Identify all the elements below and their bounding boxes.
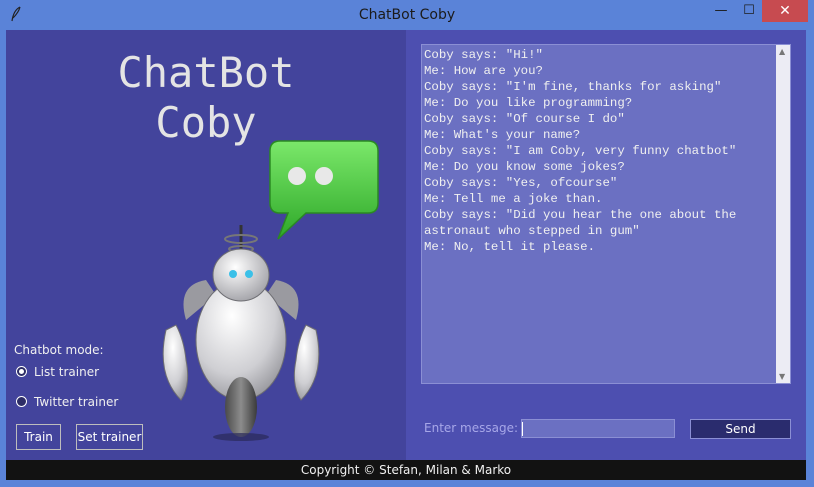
- twitter-trainer-radio[interactable]: [16, 396, 27, 407]
- chat-line: Coby says: "Yes, ofcourse": [424, 176, 618, 190]
- chat-line: Me: How are you?: [424, 64, 543, 78]
- chat-line: Coby says: "Did you hear the one about t…: [424, 208, 737, 222]
- chat-scrollbar[interactable]: ▲ ▼: [776, 45, 790, 383]
- robot-icon: [162, 225, 320, 441]
- scroll-down-icon[interactable]: ▼: [779, 372, 785, 381]
- chat-line: Me: What's your name?: [424, 128, 581, 142]
- twitter-trainer-label[interactable]: Twitter trainer: [34, 395, 118, 409]
- right-panel: Coby says: "Hi!" Me: How are you? Coby say…: [406, 30, 806, 460]
- chatbot-mode-label: Chatbot mode:: [14, 343, 104, 357]
- set-trainer-button[interactable]: Set trainer: [76, 424, 143, 450]
- headline-line1: ChatBot: [117, 48, 295, 97]
- message-input[interactable]: [521, 419, 675, 438]
- text-caret: [522, 422, 523, 436]
- send-button[interactable]: Send: [690, 419, 791, 439]
- copyright-footer: Copyright © Stefan, Milan & Marko: [6, 460, 806, 480]
- maximize-button[interactable]: ☐: [734, 0, 764, 22]
- close-button[interactable]: ✕: [762, 0, 808, 22]
- radio-selected-dot: [19, 369, 24, 374]
- window-client: ChatBot Coby Chatbot mode: List trainer …: [6, 30, 806, 480]
- title-bar: ChatBot Coby — ☐ ✕: [0, 0, 814, 30]
- left-panel: ChatBot Coby Chatbot mode: List trainer …: [6, 30, 406, 460]
- window-title: ChatBot Coby: [358, 7, 456, 23]
- list-trainer-label[interactable]: List trainer: [34, 365, 99, 379]
- chat-line: Me: Do you like programming?: [424, 96, 633, 110]
- chat-line: Coby says: "I'm fine, thanks for asking": [424, 80, 722, 94]
- chat-transcript: Coby says: "Hi!" Me: How are you? Coby say…: [424, 47, 774, 383]
- chat-line: Me: Tell me a joke than.: [424, 192, 603, 206]
- minimize-button[interactable]: —: [706, 0, 736, 22]
- speech-bubble-icon: [269, 140, 379, 240]
- chat-line: astronaut who stepped in gum": [424, 224, 640, 238]
- chat-line: Me: No, tell it please.: [424, 240, 596, 254]
- chat-log[interactable]: Coby says: "Hi!" Me: How are you? Coby say…: [421, 44, 791, 384]
- list-trainer-radio[interactable]: [16, 366, 27, 377]
- chat-line: Coby says: "Hi!": [424, 48, 543, 62]
- chat-line: Coby says: "I am Coby, very funny chatbo…: [424, 144, 737, 158]
- robot-illustration: [162, 140, 379, 441]
- enter-message-label: Enter message:: [424, 421, 518, 435]
- chat-line: Me: Do you know some jokes?: [424, 160, 625, 174]
- chat-line: Coby says: "Of course I do": [424, 112, 625, 126]
- scroll-up-icon[interactable]: ▲: [779, 47, 785, 56]
- train-button[interactable]: Train: [16, 424, 61, 450]
